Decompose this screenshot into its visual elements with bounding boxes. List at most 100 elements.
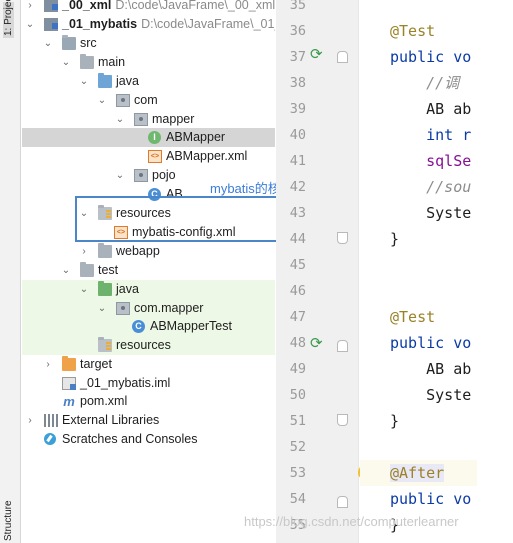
- tree-row-iml[interactable]: _01_mybatis.iml: [22, 374, 275, 393]
- xml-file-icon: <>: [148, 150, 162, 163]
- line-number: 46: [289, 283, 306, 299]
- fold-marker-icon[interactable]: [337, 232, 348, 244]
- tree-row-src[interactable]: ⌄ src: [22, 34, 275, 53]
- tree-row-label: java: [116, 282, 139, 296]
- maven-icon: m: [63, 394, 75, 409]
- line-number: 54: [289, 491, 306, 507]
- folder-icon: [80, 262, 94, 277]
- module-path: D:\code\JavaFrame\_00_xml: [115, 0, 275, 12]
- chevron-down-icon[interactable]: ⌄: [114, 166, 126, 185]
- tree-row-label: target: [80, 357, 112, 371]
- class-icon: C: [132, 320, 145, 333]
- run-test-icon[interactable]: ⟳: [310, 47, 326, 63]
- folder-icon: [62, 35, 76, 50]
- after-annotation: @After: [390, 464, 445, 482]
- tree-row-mapper[interactable]: ⌄ mapper: [22, 110, 275, 129]
- tree-row-pom-xml[interactable]: m pom.xml: [22, 392, 275, 411]
- line-number: 50: [289, 387, 306, 403]
- tree-row-webapp[interactable]: › webapp: [22, 242, 275, 261]
- tree-row-test[interactable]: ⌄ test: [22, 261, 275, 280]
- tool-window-strip: 1: Project Structure: [0, 0, 21, 543]
- tree-row-java[interactable]: ⌄ java: [22, 72, 275, 91]
- tree-row-label: _01_mybatis: [62, 17, 138, 31]
- tree-row-label: ABMapperTest: [150, 319, 232, 333]
- tree-row-abmappertest[interactable]: C ABMapperTest: [22, 317, 275, 336]
- line-number: 37: [289, 49, 306, 65]
- line-number: 48: [289, 335, 306, 351]
- tree-row-target[interactable]: › target: [22, 355, 275, 374]
- fold-marker-icon[interactable]: [337, 340, 348, 352]
- tree-row-label: Scratches and Consoles: [62, 432, 198, 446]
- tree-row-test-java[interactable]: ⌄ java: [22, 280, 275, 299]
- test-folder-icon: [98, 281, 112, 296]
- chevron-down-icon[interactable]: ⌄: [96, 91, 108, 110]
- package-icon: [134, 113, 148, 126]
- run-test-icon[interactable]: ⟳: [310, 336, 326, 352]
- chevron-down-icon[interactable]: ⌄: [78, 280, 90, 299]
- chevron-down-icon[interactable]: ⌄: [42, 34, 54, 53]
- tree-row-label: pom.xml: [80, 394, 128, 408]
- module-path: D:\code\JavaFrame\_01_m: [141, 17, 275, 31]
- line-number: 49: [289, 361, 306, 377]
- line-number: 38: [289, 75, 306, 91]
- tree-row-label: mapper: [152, 112, 195, 126]
- folder-icon: [80, 54, 94, 69]
- chevron-down-icon[interactable]: ⌄: [24, 15, 36, 34]
- tree-row-label: main: [98, 55, 126, 69]
- chevron-right-icon[interactable]: ›: [24, 0, 36, 15]
- chevron-down-icon[interactable]: ⌄: [60, 53, 72, 72]
- tree-row-main[interactable]: ⌄ main: [22, 53, 275, 72]
- chevron-down-icon[interactable]: ⌄: [60, 261, 72, 280]
- tree-row-com[interactable]: ⌄ com: [22, 91, 275, 110]
- line-number: 47: [289, 309, 306, 325]
- tree-row-abmapper-xml[interactable]: <> ABMapper.xml: [22, 147, 275, 166]
- tree-row-com-mapper[interactable]: ⌄ com.mapper: [22, 299, 275, 318]
- module-file-icon: [62, 377, 76, 390]
- tree-row-label: ABMapper.xml: [166, 149, 248, 163]
- annotation-box: [75, 196, 297, 242]
- tree-row-label: com.mapper: [134, 301, 204, 315]
- tree-row-label: src: [80, 36, 97, 50]
- fold-marker-icon[interactable]: [337, 496, 348, 508]
- editor-right-edge: [477, 0, 513, 543]
- chevron-right-icon[interactable]: ›: [24, 411, 36, 430]
- chevron-down-icon[interactable]: ⌄: [78, 72, 90, 91]
- resources-folder-icon: [98, 337, 112, 352]
- tree-row-00-xml[interactable]: › _00_xml D:\code\JavaFrame\_00_xml: [22, 0, 275, 15]
- fold-marker-icon[interactable]: [337, 51, 348, 63]
- tree-row-label: _00_xml: [62, 0, 112, 12]
- chevron-down-icon[interactable]: ⌄: [96, 299, 108, 318]
- line-number: 39: [289, 101, 306, 117]
- interface-icon: I: [148, 131, 161, 144]
- chevron-down-icon[interactable]: ⌄: [114, 110, 126, 129]
- tree-row-external-libraries[interactable]: › External Libraries: [22, 411, 275, 430]
- excluded-folder-icon: [62, 356, 76, 371]
- structure-tool-tab[interactable]: Structure: [3, 500, 14, 541]
- line-number: 35: [289, 0, 306, 13]
- package-icon: [116, 94, 130, 107]
- tree-row-label: test: [98, 263, 119, 277]
- line-number: 42: [289, 179, 306, 195]
- watermark: https://blog.csdn.net/computerlearner: [244, 514, 459, 529]
- line-number: 41: [289, 153, 306, 169]
- tree-row-label: ABMapper: [166, 130, 226, 144]
- tree-row-abmapper[interactable]: I ABMapper: [22, 128, 275, 147]
- line-number: 52: [289, 439, 306, 455]
- tree-row-label: resources: [116, 338, 171, 352]
- tree-row-scratches[interactable]: Scratches and Consoles: [22, 430, 275, 449]
- tree-row-01-mybatis[interactable]: ⌄ _01_mybatisD:\code\JavaFrame\_01_m: [22, 15, 275, 34]
- editor-gutter: 35 36 37 38 39 40 41 42 43 44 45 46 47 4…: [276, 0, 359, 543]
- fold-marker-icon[interactable]: [337, 414, 348, 426]
- module-icon: [44, 18, 58, 31]
- tree-row-label: External Libraries: [62, 413, 160, 427]
- package-icon: [116, 302, 130, 315]
- tree-row-label: _01_mybatis.iml: [80, 376, 171, 390]
- source-folder-icon: [98, 73, 112, 88]
- chevron-right-icon[interactable]: ›: [78, 242, 90, 261]
- line-number: 36: [289, 23, 306, 39]
- tree-row-test-resources[interactable]: resources: [22, 336, 275, 355]
- chevron-right-icon[interactable]: ›: [42, 355, 54, 374]
- project-tool-tab[interactable]: 1: Project: [3, 0, 14, 38]
- module-icon: [44, 0, 58, 12]
- line-number: 53: [289, 465, 306, 481]
